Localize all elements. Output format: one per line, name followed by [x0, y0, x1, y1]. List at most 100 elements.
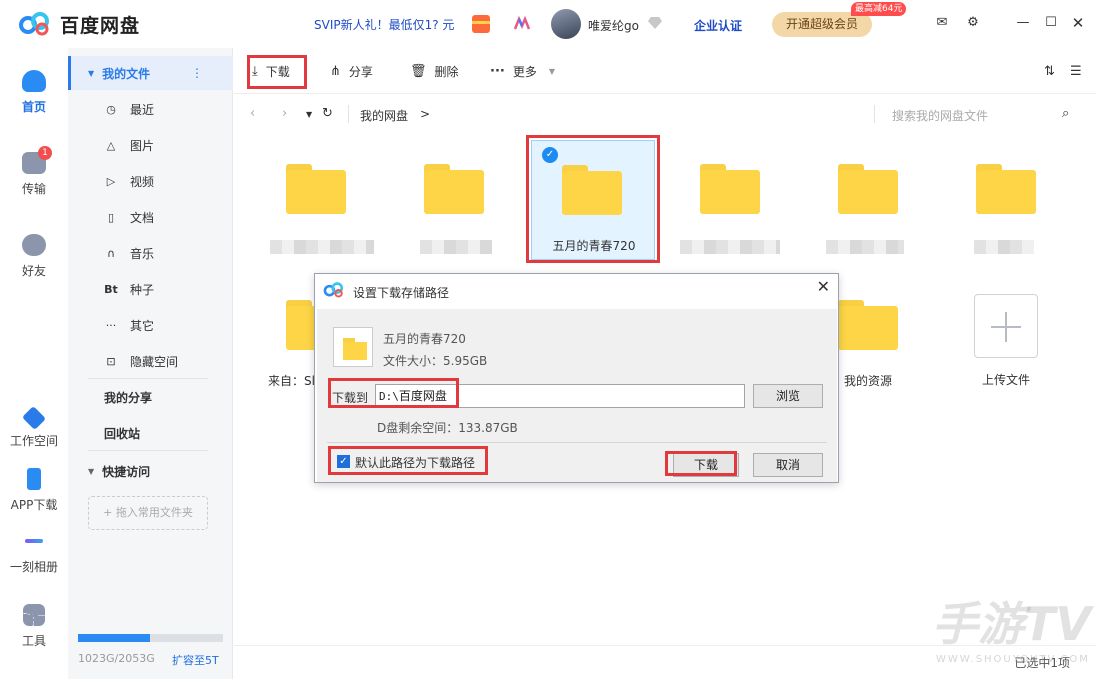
folder-item[interactable]	[670, 150, 790, 270]
avatar[interactable]	[551, 9, 581, 39]
share-label: 分享	[348, 64, 373, 79]
dialog-close-icon[interactable]: ✕	[817, 277, 830, 296]
sidebar-item-label: 快捷访问	[102, 464, 151, 479]
sidebar-item-recycle-bin[interactable]: 回收站	[68, 419, 233, 447]
breadcrumb-root[interactable]: 我的网盘	[360, 107, 408, 124]
rail-item-workspace[interactable]: 工作空间	[0, 405, 68, 449]
dialog-file-name: 五月的青春720	[383, 332, 466, 346]
gift-icon[interactable]	[472, 15, 490, 33]
collapse-triangle-icon[interactable]: ▼	[88, 467, 94, 476]
mini-app-icon[interactable]	[512, 14, 532, 34]
browse-button[interactable]: 浏览	[753, 384, 823, 408]
sidebar-my-files-row[interactable]: ▼ 我的文件 ⋮	[68, 59, 233, 87]
breadcrumb-separator: >	[420, 107, 431, 121]
rail-label: APP下载	[10, 498, 58, 512]
history-dropdown-icon[interactable]: ▼	[306, 110, 312, 119]
album-icon	[25, 539, 43, 543]
search-input[interactable]: 搜索我的网盘文件	[892, 107, 988, 124]
folder-item[interactable]	[808, 150, 928, 270]
divider	[88, 450, 208, 451]
blurred-filename	[270, 240, 374, 254]
blurred-filename	[680, 240, 780, 254]
title-bar: 百度网盘 SVIP新人礼！最低仅1? 元 唯爱纶go 企业认证 开通超级会员 最…	[0, 0, 1096, 48]
share-button[interactable]: ⋔ 分享	[330, 58, 373, 84]
maximize-icon[interactable]: ☐	[1043, 15, 1059, 31]
sidebar-item-music[interactable]: ∩ 音乐	[68, 239, 233, 267]
minimize-icon[interactable]: —	[1015, 15, 1031, 31]
delete-button[interactable]: 🗑 删除	[410, 58, 459, 84]
sidebar: ▼ 我的文件 ⋮ ◷ 最近 △ 图片 ▷ 视频 ▯ 文档 ∩ 音乐 Bt 种子 ··· 其它 …	[68, 48, 233, 679]
storage-quota-text: 1023G/2053G	[78, 652, 155, 665]
selected-folder-highlight-box	[526, 135, 660, 263]
sidebar-item-video[interactable]: ▷ 视频	[68, 167, 233, 195]
delete-label: 删除	[434, 64, 459, 79]
rail-label: 首页	[21, 100, 46, 114]
sidebar-item-recent[interactable]: ◷ 最近	[68, 95, 233, 123]
quick-access-drop-zone[interactable]: + 拖入常用文件夹	[88, 496, 208, 530]
sidebar-item-images[interactable]: △ 图片	[68, 131, 233, 159]
sidebar-item-hidden-space[interactable]: ⊡ 隐藏空间	[68, 347, 233, 375]
settings-icon[interactable]: ⚙	[965, 15, 981, 31]
sidebar-item-torrent[interactable]: Bt 种子	[68, 275, 233, 303]
sidebar-item-label: 我的文件	[102, 66, 151, 81]
folder-item[interactable]	[946, 150, 1066, 270]
upload-file-label: 上传文件	[981, 373, 1030, 387]
blurred-filename	[420, 240, 492, 254]
vip-discount-badge: 最高减64元	[851, 2, 907, 16]
upload-file-button[interactable]	[974, 294, 1038, 358]
rail-item-album[interactable]: 一刻相册	[0, 530, 68, 575]
trash-icon: 🗑	[410, 63, 427, 79]
options-icon[interactable]: ⋮	[191, 66, 203, 80]
friends-icon	[22, 234, 46, 256]
membership-diamond-icon[interactable]	[648, 17, 662, 29]
refresh-icon[interactable]: ↻	[322, 106, 333, 121]
more-label: 更多	[512, 64, 537, 79]
back-icon[interactable]: ‹	[250, 106, 255, 121]
forward-icon[interactable]: ›	[282, 106, 287, 121]
cancel-button[interactable]: 取消	[753, 453, 823, 477]
more-button[interactable]: ··· 更多 ▼	[490, 58, 555, 84]
close-icon[interactable]: ✕	[1070, 15, 1086, 31]
dialog-title: 设置下载存储路径	[353, 286, 450, 300]
search-icon[interactable]: ⌕	[1062, 106, 1069, 121]
mail-icon[interactable]: ✉	[934, 15, 950, 31]
blurred-filename	[826, 240, 904, 254]
list-view-icon[interactable]: ☰	[1070, 58, 1082, 84]
svip-promo-link[interactable]: SVIP新人礼！最低仅1? 元	[314, 16, 454, 33]
sidebar-item-documents[interactable]: ▯ 文档	[68, 203, 233, 231]
sort-icon[interactable]: ⇅	[1044, 58, 1055, 84]
app-name: 百度网盘	[60, 14, 141, 37]
enterprise-auth-link[interactable]: 企业认证	[694, 17, 742, 34]
rail-item-tools[interactable]: 工具	[0, 604, 68, 649]
sidebar-quick-access[interactable]: ▼ 快捷访问	[68, 457, 233, 485]
lock-icon: ⊡	[106, 354, 116, 368]
app-logo: 百度网盘	[18, 11, 218, 38]
rail-item-home[interactable]: 首页	[0, 70, 68, 115]
toolbar: ⤓ 下载 ⋔ 分享 🗑 删除 ··· 更多 ▼ ⇅ ☰	[234, 48, 1096, 94]
rail-item-transfer[interactable]: 1 传输	[0, 146, 68, 197]
rail-item-friends[interactable]: 好友	[0, 234, 68, 279]
storage-quota-bar	[78, 634, 223, 642]
dialog-file-size: 文件大小：5.95GB	[383, 354, 488, 368]
sidebar-item-label: 其它	[130, 318, 155, 333]
rail-label: 好友	[21, 264, 46, 278]
expand-storage-link[interactable]: 扩容至5T	[172, 652, 219, 668]
path-highlight-box	[328, 378, 459, 408]
folder-item[interactable]	[256, 150, 376, 270]
folder-icon	[286, 164, 346, 214]
rail-label: 工具	[21, 634, 46, 648]
phone-icon	[27, 468, 41, 490]
divider	[88, 378, 208, 379]
sidebar-item-label: 音乐	[130, 246, 155, 261]
rail-item-app-download[interactable]: APP下载	[0, 468, 68, 513]
sidebar-item-my-share[interactable]: 我的分享	[68, 383, 233, 411]
divider	[327, 442, 827, 443]
workspace-icon	[21, 405, 47, 431]
more-dots-icon: ···	[490, 63, 505, 79]
folder-item[interactable]	[394, 150, 514, 270]
sidebar-item-other[interactable]: ··· 其它	[68, 311, 233, 339]
download-highlight-box	[247, 55, 307, 89]
username[interactable]: 唯爱纶go	[588, 17, 639, 34]
transfer-count-badge: 1	[38, 146, 52, 160]
collapse-triangle-icon[interactable]: ▼	[88, 69, 94, 78]
